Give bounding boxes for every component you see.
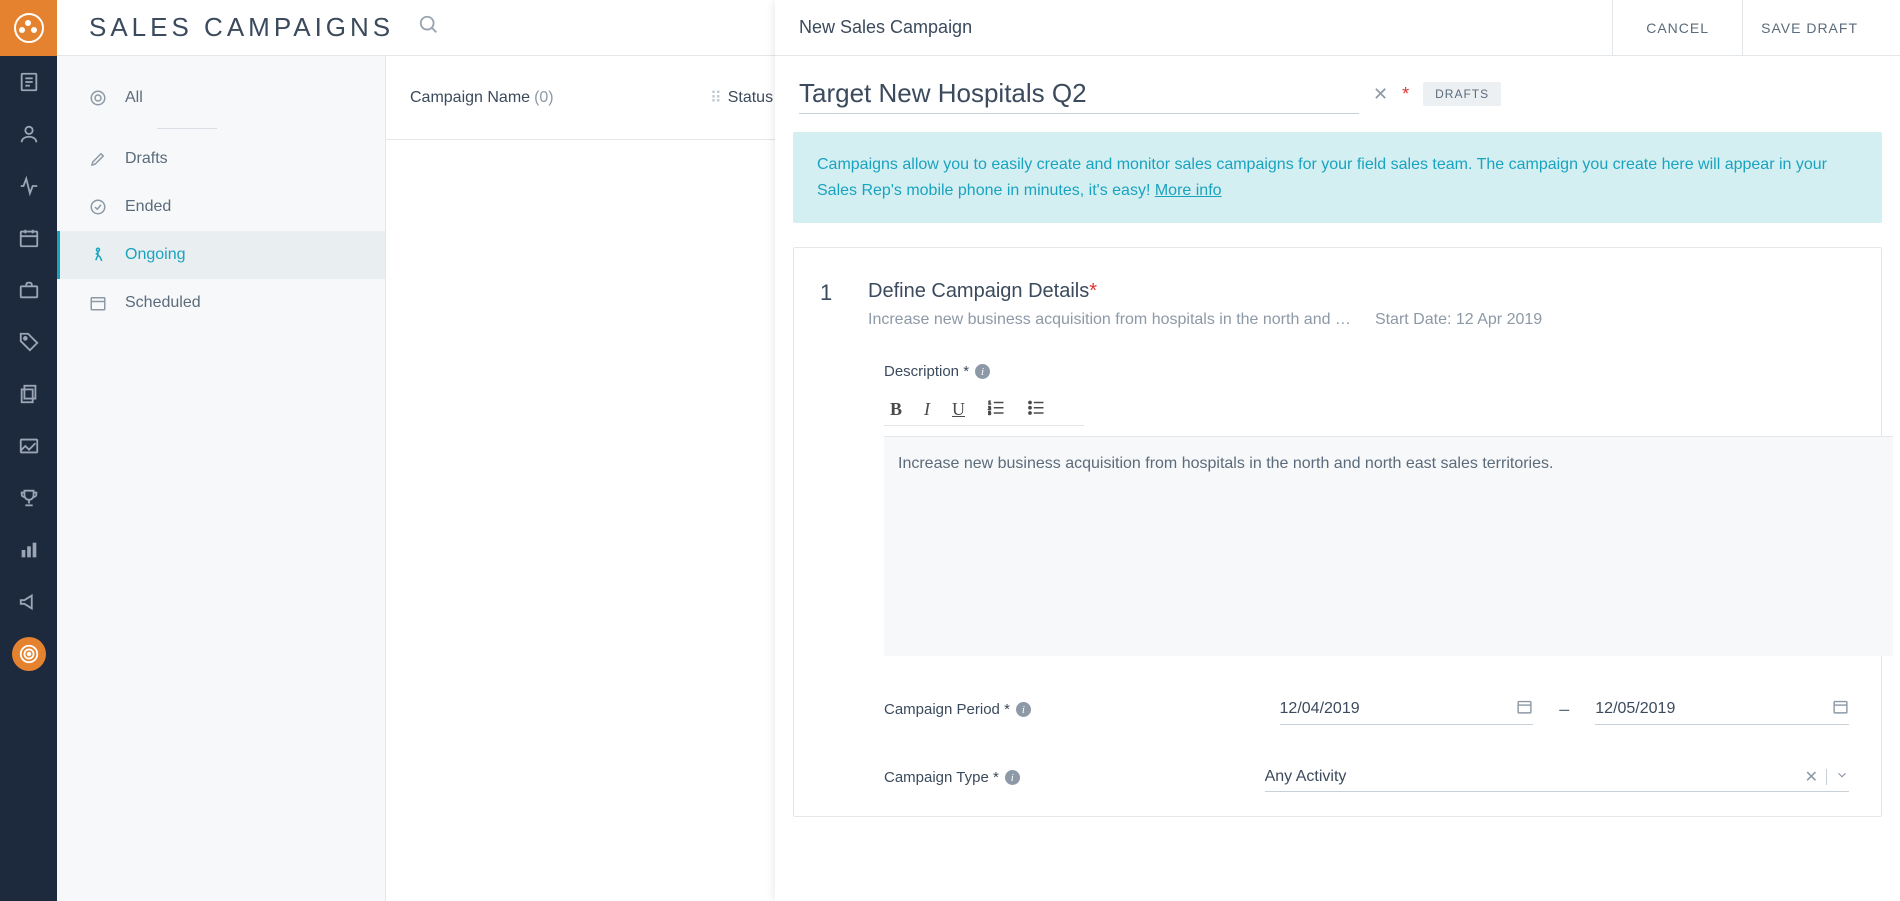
date-to-field[interactable] [1595, 700, 1785, 718]
nav-item-broadcast[interactable] [0, 576, 57, 628]
pencil-icon [89, 150, 109, 168]
info-banner: Campaigns allow you to easily create and… [793, 132, 1882, 223]
clear-icon[interactable]: ✕ [1373, 84, 1388, 105]
date-to-input[interactable] [1595, 694, 1849, 725]
step-sub-start: Start Date: 12 Apr 2019 [1375, 311, 1542, 329]
step-header: 1 Define Campaign Details* Increase new … [820, 280, 1849, 329]
walking-icon [89, 246, 109, 264]
col-count: (0) [534, 89, 554, 107]
campaign-period-row: Campaign Period * i – [884, 694, 1849, 725]
step-title: Define Campaign Details* [868, 280, 1849, 303]
underline-button[interactable]: U [952, 399, 965, 420]
filter-label: Scheduled [125, 294, 201, 312]
type-value[interactable] [1265, 768, 1805, 786]
col-label: Campaign Name [410, 89, 530, 107]
clear-icon[interactable]: ✕ [1805, 767, 1818, 787]
divider [157, 128, 217, 129]
required-asterisk: * [1402, 84, 1409, 105]
nav-item-files[interactable] [0, 368, 57, 420]
target-icon [89, 89, 109, 107]
search-icon[interactable] [418, 14, 440, 41]
campaign-type-select[interactable]: ✕ [1265, 763, 1849, 792]
calendar-icon [89, 294, 109, 312]
period-label: Campaign Period * i [884, 701, 1268, 718]
date-range-dash: – [1559, 699, 1569, 720]
svg-text:1: 1 [989, 400, 991, 405]
app-logo[interactable] [0, 0, 57, 56]
date-from-input[interactable] [1280, 694, 1534, 725]
step-sub-desc: Increase new business acquisition from h… [868, 311, 1351, 329]
description-textarea[interactable]: Increase new business acquisition from h… [884, 436, 1893, 656]
step-subtitle: Increase new business acquisition from h… [868, 311, 1849, 329]
filter-ended[interactable]: Ended [57, 183, 385, 231]
info-icon[interactable]: i [1016, 702, 1031, 717]
date-from-field[interactable] [1280, 700, 1470, 718]
editor-toolbar: B I U 123 [884, 394, 1084, 426]
campaign-type-row: Campaign Type * i ✕ [884, 763, 1849, 792]
filter-label: Drafts [125, 150, 168, 168]
step-number: 1 [820, 280, 844, 306]
svg-text:2: 2 [989, 405, 991, 410]
page-title: SALES CAMPAIGNS [89, 12, 394, 43]
filter-drafts[interactable]: Drafts [57, 135, 385, 183]
description-label: Description * i [884, 363, 1849, 380]
filter-label: Ended [125, 198, 171, 216]
global-nav-rail [0, 0, 57, 901]
info-icon[interactable]: i [1005, 770, 1020, 785]
draft-badge: DRAFTS [1423, 82, 1501, 106]
nav-item-business[interactable] [0, 264, 57, 316]
nav-item-users[interactable] [0, 108, 57, 160]
cancel-button[interactable]: CANCEL [1612, 0, 1742, 56]
nav-item-calendar[interactable] [0, 212, 57, 264]
filter-all[interactable]: All [57, 74, 385, 122]
nav-item-tags[interactable] [0, 316, 57, 368]
svg-text:3: 3 [989, 411, 992, 416]
check-circle-icon [89, 198, 109, 216]
new-campaign-panel: New Sales Campaign CANCEL SAVE DRAFT ✕ *… [775, 0, 1900, 901]
italic-button[interactable]: I [924, 399, 930, 420]
filter-label: All [125, 89, 143, 107]
nav-item-analytics[interactable] [0, 524, 57, 576]
unordered-list-button[interactable] [1027, 398, 1045, 421]
filter-sidebar: All Drafts Ended Ongoing Scheduled [57, 56, 386, 901]
filter-ongoing[interactable]: Ongoing [57, 231, 385, 279]
more-info-link[interactable]: More info [1155, 182, 1222, 199]
ordered-list-button[interactable]: 123 [987, 398, 1005, 421]
col-label: Status [728, 89, 773, 107]
campaign-name-input[interactable] [799, 74, 1359, 114]
rich-text-editor: B I U 123 Increase new business acquisit… [884, 394, 1849, 656]
filter-label: Ongoing [125, 246, 186, 264]
nav-item-reports[interactable] [0, 56, 57, 108]
nav-item-activity[interactable] [0, 160, 57, 212]
banner-text: Campaigns allow you to easily create and… [817, 156, 1827, 199]
col-campaign-name[interactable]: Campaign Name (0) [386, 89, 686, 107]
nav-item-trends[interactable] [0, 420, 57, 472]
panel-header: New Sales Campaign CANCEL SAVE DRAFT [775, 0, 1900, 56]
calendar-icon[interactable] [1516, 698, 1533, 720]
nav-item-campaigns[interactable] [0, 628, 57, 680]
drag-handle-icon[interactable]: ⠿ [710, 88, 720, 108]
type-label: Campaign Type * i [884, 769, 1253, 786]
panel-title: New Sales Campaign [799, 17, 972, 38]
filter-scheduled[interactable]: Scheduled [57, 279, 385, 327]
calendar-icon[interactable] [1832, 698, 1849, 720]
bold-button[interactable]: B [890, 399, 902, 420]
info-icon[interactable]: i [975, 364, 990, 379]
panel-body: ✕ * DRAFTS Campaigns allow you to easily… [775, 56, 1900, 901]
campaign-name-row: ✕ * DRAFTS [793, 74, 1882, 132]
chevron-down-icon[interactable] [1835, 768, 1849, 787]
step-1-card: 1 Define Campaign Details* Increase new … [793, 247, 1882, 817]
nav-item-trophy[interactable] [0, 472, 57, 524]
divider [1826, 769, 1827, 785]
save-draft-button[interactable]: SAVE DRAFT [1742, 0, 1876, 56]
